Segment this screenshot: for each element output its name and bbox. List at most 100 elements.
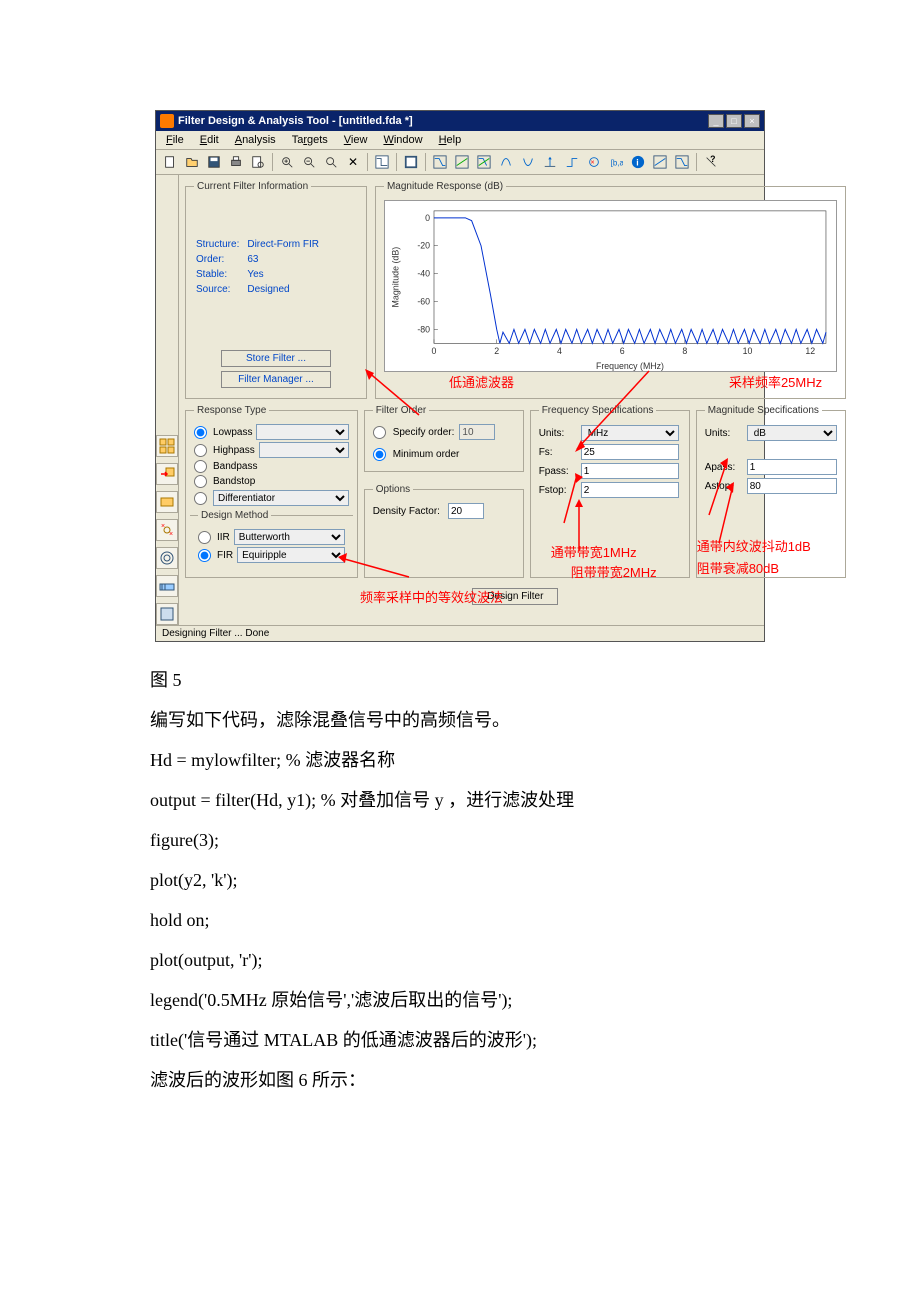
filter-manager-button[interactable]: Filter Manager ... xyxy=(221,371,331,388)
source-label: Source: xyxy=(196,283,245,296)
svg-text:×: × xyxy=(169,531,173,538)
roundoff-icon[interactable] xyxy=(672,152,692,172)
svg-text:6: 6 xyxy=(620,346,625,356)
magest-icon[interactable] xyxy=(650,152,670,172)
mag-units-select[interactable]: dB xyxy=(747,425,837,441)
zoom-out-icon[interactable] xyxy=(299,152,319,172)
fs-label: Fs: xyxy=(539,447,581,458)
side-quantize-icon[interactable] xyxy=(156,603,178,625)
phase-response-icon[interactable] xyxy=(452,152,472,172)
svg-text:0: 0 xyxy=(425,213,430,223)
svg-text:i: i xyxy=(636,158,638,168)
bandpass-radio[interactable]: Bandpass xyxy=(194,460,349,473)
astop-input[interactable] xyxy=(747,478,837,494)
fstop-input[interactable] xyxy=(581,482,679,498)
magnitude-response-chart[interactable]: 0-20-40-60-80024681012Frequency (MHz)Mag… xyxy=(384,200,837,372)
bandstop-radio[interactable]: Bandstop xyxy=(194,475,349,488)
polezero-icon[interactable]: × xyxy=(584,152,604,172)
info-icon[interactable]: i xyxy=(628,152,648,172)
open-icon[interactable] xyxy=(182,152,202,172)
mag-spec-legend: Magnitude Specifications xyxy=(705,405,822,416)
stable-label: Stable: xyxy=(196,268,245,281)
side-multirate-icon[interactable] xyxy=(156,575,178,597)
units-select[interactable]: MHz xyxy=(581,425,679,441)
maximize-button[interactable]: □ xyxy=(726,114,742,128)
fir-radio[interactable]: FIR Equiripple xyxy=(198,547,345,563)
design-method-legend: Design Method xyxy=(198,510,271,521)
units-label: Units: xyxy=(539,428,581,439)
app-icon xyxy=(160,114,174,128)
iir-select[interactable]: Butterworth xyxy=(234,529,345,545)
step-icon[interactable] xyxy=(562,152,582,172)
density-input[interactable] xyxy=(448,503,484,519)
iir-radio[interactable]: IIR Butterworth xyxy=(198,529,345,545)
design-method-panel: Design Method IIR Butterworth FIR Equiri… xyxy=(190,510,353,573)
side-transform-icon[interactable] xyxy=(156,547,178,569)
menu-edit[interactable]: Edit xyxy=(192,132,227,148)
menu-file[interactable]: File xyxy=(158,132,192,148)
phase-delay-icon[interactable] xyxy=(518,152,538,172)
svg-text:12: 12 xyxy=(805,346,815,356)
minimize-button[interactable]: _ xyxy=(708,114,724,128)
minimum-order-radio[interactable]: Minimum order xyxy=(373,448,515,461)
new-icon[interactable] xyxy=(160,152,180,172)
freq-spec-legend: Frequency Specifications xyxy=(539,405,657,416)
highpass-select[interactable] xyxy=(259,442,349,458)
zoom-fit-icon[interactable] xyxy=(321,152,341,172)
specify-order-radio[interactable]: Specify order: xyxy=(373,424,515,440)
fpass-input[interactable] xyxy=(581,463,679,479)
svg-text:[b,a]: [b,a] xyxy=(611,159,623,168)
store-filter-button[interactable]: Store Filter ... xyxy=(221,350,331,367)
svg-text:×: × xyxy=(161,523,165,530)
side-design-icon[interactable] xyxy=(156,435,178,457)
fs-input[interactable] xyxy=(581,444,679,460)
menu-view[interactable]: View xyxy=(336,132,376,148)
lowpass-select[interactable] xyxy=(256,424,348,440)
menu-targets[interactable]: Targets xyxy=(284,132,336,148)
filter-spec-icon[interactable] xyxy=(372,152,392,172)
options-panel: Options Density Factor: xyxy=(364,484,524,578)
menu-analysis[interactable]: Analysis xyxy=(227,132,284,148)
order-value: 63 xyxy=(247,253,325,266)
save-icon[interactable] xyxy=(204,152,224,172)
differentiator-radio[interactable]: Differentiator xyxy=(194,490,349,506)
help-icon[interactable]: ? xyxy=(701,152,721,172)
svg-text:-20: -20 xyxy=(417,241,430,251)
mag-response-icon[interactable] xyxy=(430,152,450,172)
print-preview-icon[interactable] xyxy=(248,152,268,172)
group-delay-icon[interactable] xyxy=(496,152,516,172)
highpass-radio[interactable]: Highpass xyxy=(194,442,349,458)
zoom-in-icon[interactable] xyxy=(277,152,297,172)
doc-p10: 滤波后的波形如图 6 所示： xyxy=(150,1062,770,1098)
svg-text:4: 4 xyxy=(557,346,562,356)
side-realize-icon[interactable] xyxy=(156,491,178,513)
anno-lowpass: 低通滤波器 xyxy=(449,372,514,391)
mag-phase-icon[interactable] xyxy=(474,152,494,172)
print-icon[interactable] xyxy=(226,152,246,172)
doc-p7: plot(output, 'r'); xyxy=(150,942,770,978)
structure-value: Direct-Form FIR xyxy=(247,238,325,251)
zoom-selection-icon[interactable]: ✕ xyxy=(343,152,363,172)
design-filter-button[interactable]: Design Filter xyxy=(472,588,558,605)
side-polezero-icon[interactable]: ×× xyxy=(156,519,178,541)
coeff-icon[interactable]: [b,a] xyxy=(606,152,626,172)
filter-order-panel: Filter Order Specify order: Minimum orde… xyxy=(364,405,524,472)
lowpass-radio[interactable]: Lowpass xyxy=(194,424,349,440)
close-button[interactable]: × xyxy=(744,114,760,128)
differentiator-select[interactable]: Differentiator xyxy=(213,490,349,506)
svg-text:8: 8 xyxy=(682,346,687,356)
options-legend: Options xyxy=(373,484,413,495)
apass-input[interactable] xyxy=(747,459,837,475)
side-import-icon[interactable] xyxy=(156,463,178,485)
side-toolbar: ×× xyxy=(156,175,179,625)
doc-p4: figure(3); xyxy=(150,822,770,858)
menu-help[interactable]: Help xyxy=(431,132,470,148)
filter-order-legend: Filter Order xyxy=(373,405,430,416)
menu-window[interactable]: Window xyxy=(375,132,430,148)
fir-select[interactable]: Equiripple xyxy=(237,547,345,563)
impulse-icon[interactable] xyxy=(540,152,560,172)
app-window: Filter Design & Analysis Tool - [untitle… xyxy=(155,110,765,642)
specify-order-input[interactable] xyxy=(459,424,495,440)
mag-units-label: Units: xyxy=(705,428,747,439)
full-view-icon[interactable] xyxy=(401,152,421,172)
